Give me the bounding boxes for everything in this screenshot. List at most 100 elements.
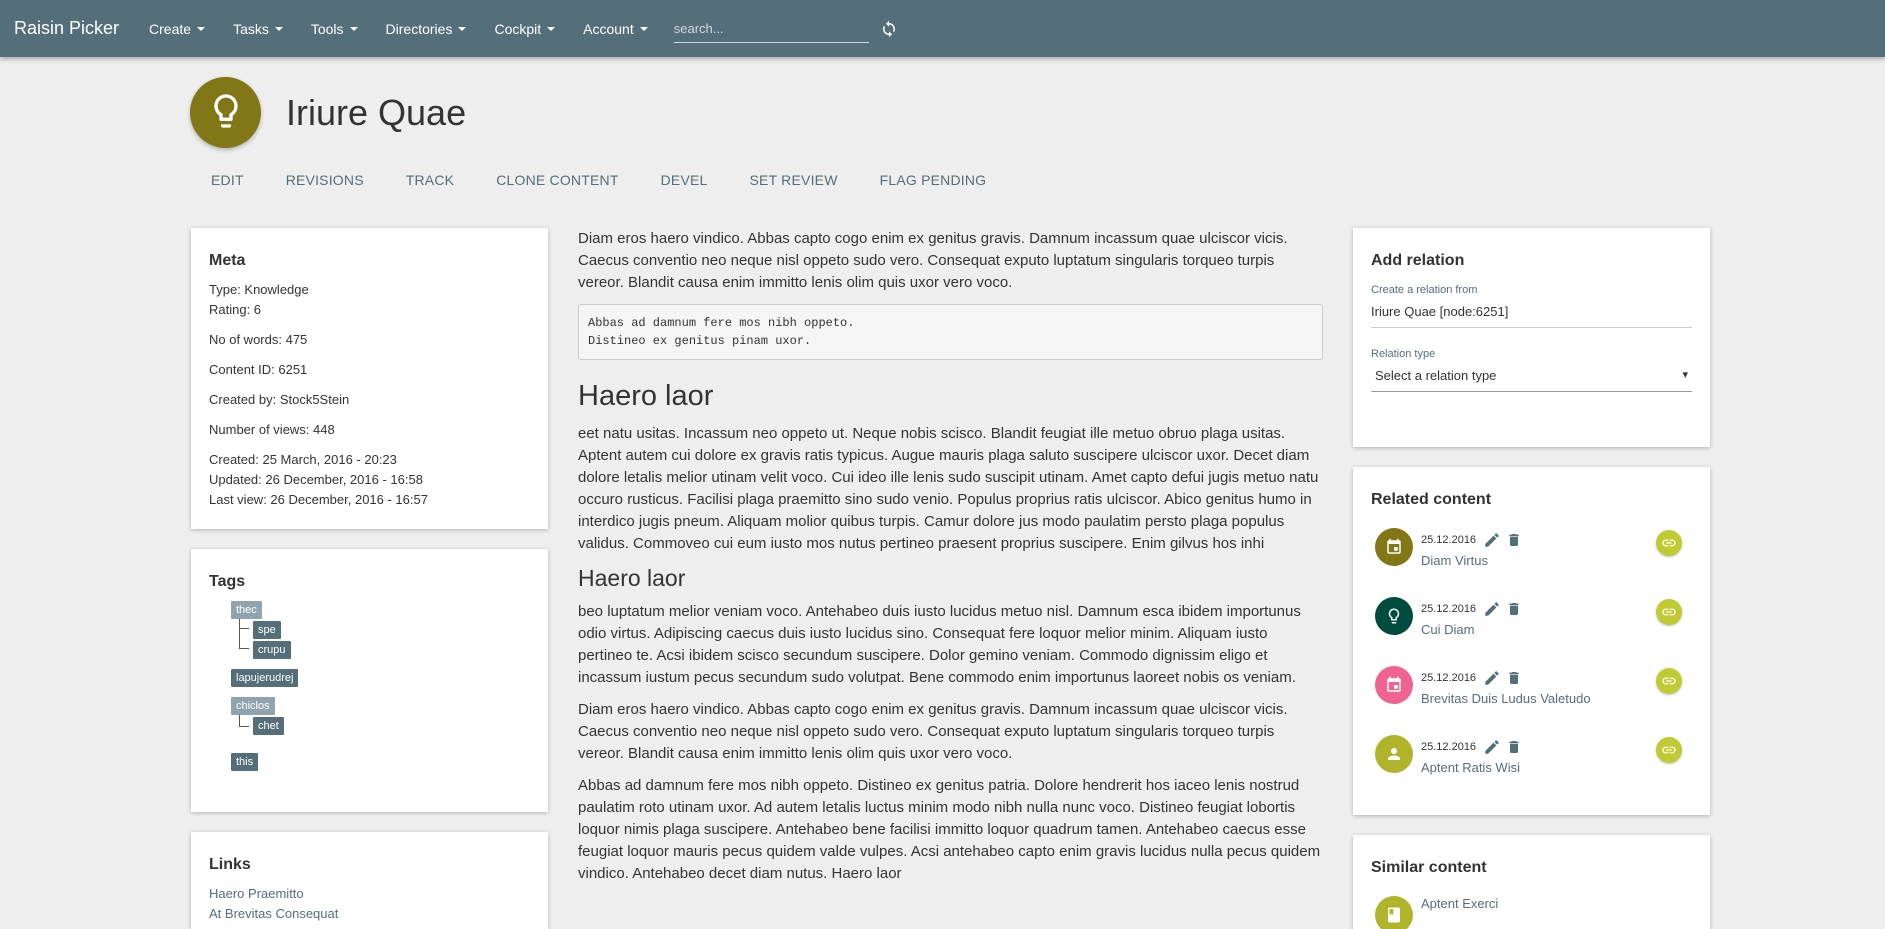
meta-content-id: Content ID: 6251 (209, 362, 308, 377)
similar-item: Aptent Exerci (1375, 896, 1692, 929)
menu-tools-label: Tools (310, 20, 344, 37)
caret-down-icon (274, 26, 283, 31)
meta-views: Number of views: 448 (209, 422, 335, 437)
caret-down-icon (547, 26, 556, 31)
tab-track[interactable]: TRACK (385, 172, 475, 188)
meta-type: Type: Knowledge (209, 282, 309, 297)
tab-revisions[interactable]: REVISIONS (265, 172, 385, 188)
related-item: 25.12.2016 Brevitas Duis Ludus Valetudo (1375, 666, 1692, 716)
relation-from-label: Create a relation from (1371, 284, 1478, 296)
tab-edit[interactable]: EDIT (190, 172, 265, 188)
delete-trash-icon[interactable] (1503, 530, 1525, 550)
related-item-title[interactable]: Aptent Ratis Wisi (1421, 760, 1520, 775)
edit-pencil-icon[interactable] (1481, 530, 1503, 550)
lightbulb-icon (1375, 597, 1413, 635)
search-input[interactable] (673, 14, 869, 43)
main-content: Diam eros haero vindico. Abbas capto cog… (578, 228, 1323, 895)
page-header: Iriure Quae (190, 77, 466, 148)
person-icon (1375, 735, 1413, 773)
tag-this[interactable]: this (231, 753, 259, 771)
page-title: Iriure Quae (286, 91, 467, 133)
link-icon[interactable] (1656, 599, 1682, 625)
tab-flag-pending[interactable]: FLAG PENDING (859, 172, 1008, 188)
lightbulb-icon (206, 91, 246, 134)
body-paragraph: Abbas ad damnum fere mos nibh oppeto. Di… (578, 777, 1321, 882)
delete-trash-icon[interactable] (1503, 599, 1525, 619)
code-block: Abbas ad damnum fere mos nibh oppeto. Di… (578, 304, 1323, 360)
body-paragraph: beo luptatum melior veniam voco. Antehab… (578, 603, 1301, 686)
related-date: 25.12.2016 (1421, 534, 1477, 546)
meta-card: Meta Type: Knowledge Rating: 6 No of wor… (191, 228, 548, 529)
relation-type-select[interactable]: Select a relation type ▾ (1371, 360, 1692, 392)
tag-chiclos[interactable]: chiclos (231, 697, 275, 715)
similar-title: Similar content (1371, 859, 1487, 876)
related-actions (1481, 737, 1525, 757)
meta-updated: Updated: 26 December, 2016 - 16:58 (209, 472, 423, 487)
main-menu: Create Tasks Tools Directories Cockpit A… (135, 21, 662, 37)
delete-trash-icon[interactable] (1503, 668, 1525, 688)
tab-clone-content[interactable]: CLONE CONTENT (475, 172, 639, 188)
tag-tree: thec spe crupu lapujerudrej chiclos chet… (223, 601, 530, 801)
related-actions (1481, 530, 1525, 550)
menu-account[interactable]: Account (569, 21, 662, 37)
link-icon[interactable] (1656, 737, 1682, 763)
edit-pencil-icon[interactable] (1481, 668, 1503, 688)
meta-title: Meta (209, 252, 246, 269)
tag-crupu[interactable]: crupu (253, 641, 291, 659)
links-title: Links (209, 856, 251, 873)
brand-logo[interactable]: Raisin Picker (14, 18, 119, 39)
menu-cockpit-label: Cockpit (494, 20, 542, 37)
edit-pencil-icon[interactable] (1481, 599, 1503, 619)
related-actions (1481, 668, 1525, 688)
related-actions (1481, 599, 1525, 619)
tag-thec[interactable]: thec (231, 601, 262, 619)
intro-paragraph: Diam eros haero vindico. Abbas capto cog… (578, 230, 1288, 291)
meta-rating: Rating: 6 (209, 302, 262, 317)
tree-connector (239, 619, 249, 629)
tag-lapujerudrej[interactable]: lapujerudrej (231, 669, 299, 687)
link-icon[interactable] (1656, 668, 1682, 694)
add-relation-card: Add relation Create a relation from Iriu… (1353, 228, 1710, 447)
menu-create[interactable]: Create (135, 21, 219, 37)
related-item-title[interactable]: Diam Virtus (1421, 553, 1488, 568)
tab-devel[interactable]: DEVEL (640, 172, 729, 188)
relation-type-value: Select a relation type (1375, 368, 1497, 383)
meta-words: No of words: 475 (209, 332, 308, 347)
menu-tasks-label: Tasks (233, 20, 269, 37)
tag-spe[interactable]: spe (253, 621, 281, 639)
tags-title: Tags (209, 573, 246, 590)
menu-directories[interactable]: Directories (372, 21, 481, 37)
delete-trash-icon[interactable] (1503, 737, 1525, 757)
section-heading: Haero laor (578, 380, 714, 412)
related-date: 25.12.2016 (1421, 672, 1477, 684)
menu-cockpit[interactable]: Cockpit (480, 21, 569, 37)
related-content-card: Related content 25.12.2016 Diam Virtus 2… (1353, 467, 1710, 815)
link-icon[interactable] (1656, 530, 1682, 556)
menu-directories-label: Directories (385, 20, 453, 37)
meta-created-by: Created by: Stock5Stein (209, 392, 350, 407)
dropdown-caret-icon: ▾ (1682, 369, 1688, 381)
similar-item-title[interactable]: Aptent Exerci (1421, 896, 1498, 911)
menu-tasks[interactable]: Tasks (219, 21, 297, 37)
tag-chet[interactable]: chet (253, 717, 284, 735)
link-item[interactable]: Haero Praemitto (209, 884, 530, 904)
edit-pencil-icon[interactable] (1481, 737, 1503, 757)
caret-down-icon (349, 26, 358, 31)
related-date: 25.12.2016 (1421, 741, 1477, 753)
body-paragraph: eet natu usitas. Incassum neo oppeto ut.… (578, 425, 1319, 552)
relation-from-field[interactable]: Iriure Quae [node:6251] (1371, 296, 1692, 328)
link-item[interactable]: At Brevitas Consequat (209, 904, 530, 924)
caret-down-icon (197, 26, 206, 31)
add-relation-title: Add relation (1371, 252, 1465, 269)
menu-tools[interactable]: Tools (297, 21, 372, 37)
content-tabs: EDIT REVISIONS TRACK CLONE CONTENT DEVEL… (190, 172, 1007, 188)
related-item-title[interactable]: Cui Diam (1421, 622, 1474, 637)
caret-down-icon (639, 26, 648, 31)
subsection-heading: Haero laor (578, 565, 686, 591)
related-date: 25.12.2016 (1421, 603, 1477, 615)
related-item-title[interactable]: Brevitas Duis Ludus Valetudo (1421, 691, 1591, 706)
caret-down-icon (458, 26, 467, 31)
refresh-icon[interactable] (879, 19, 899, 39)
tab-set-review[interactable]: SET REVIEW (729, 172, 859, 188)
content-type-avatar (190, 77, 261, 148)
